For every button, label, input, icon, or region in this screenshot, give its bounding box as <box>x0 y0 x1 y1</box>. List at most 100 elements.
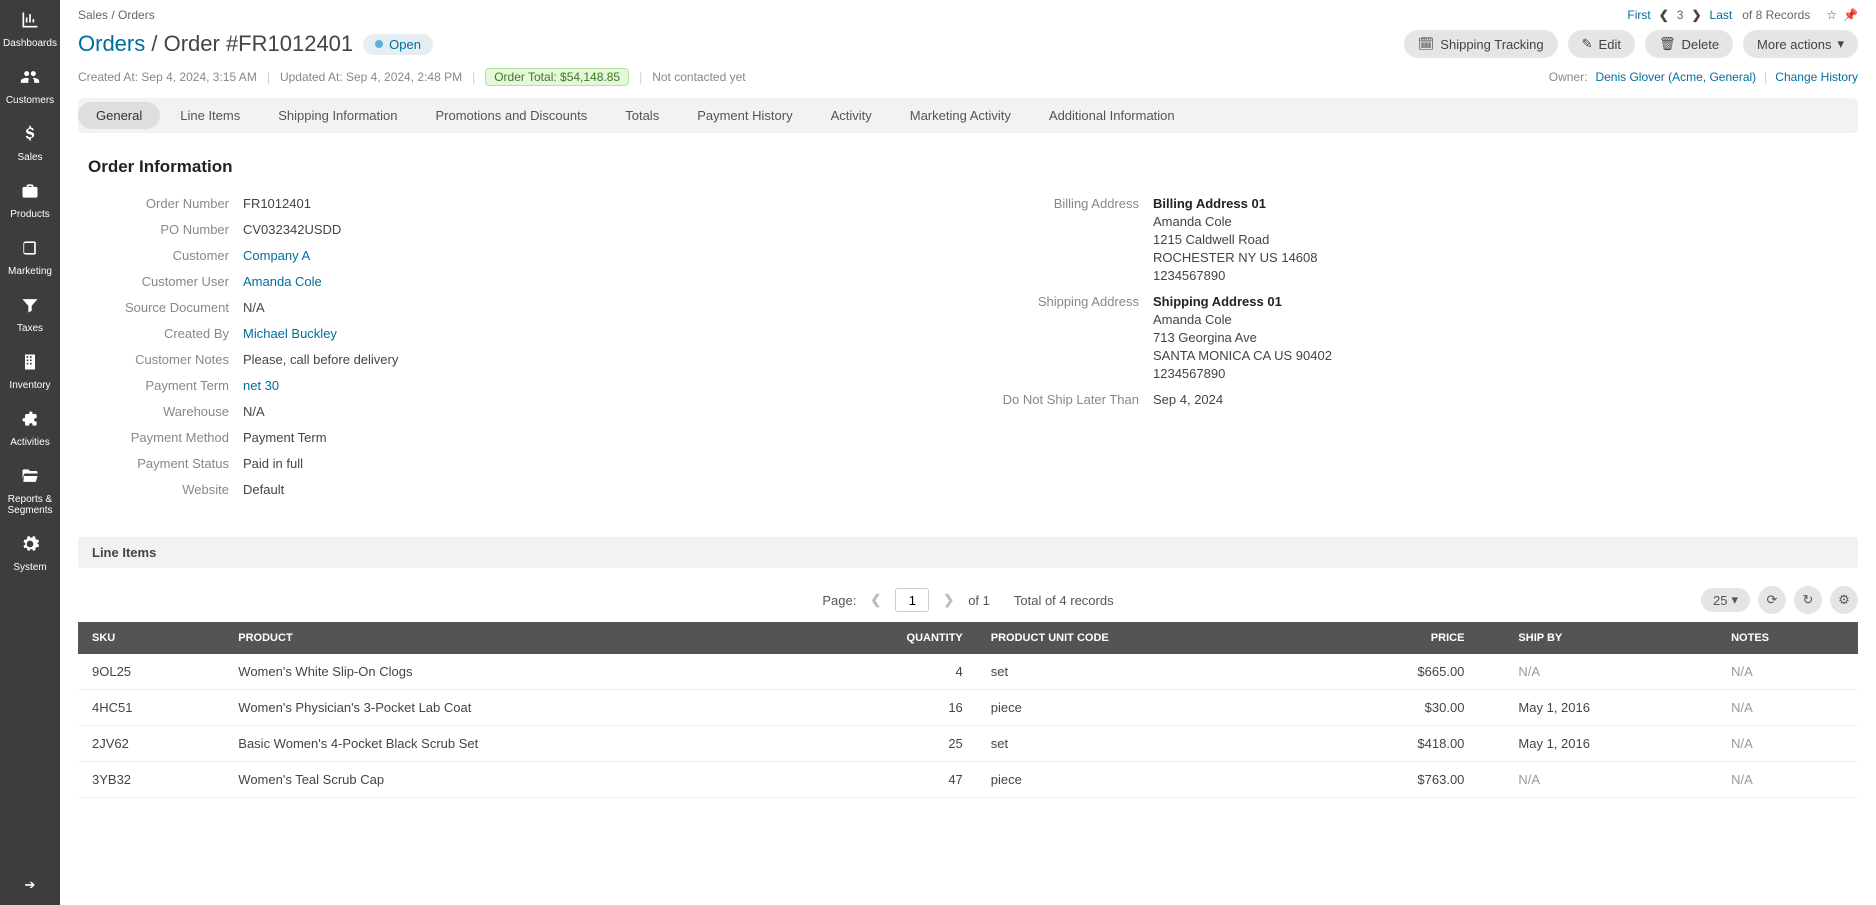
field-value: Sep 4, 2024 <box>1153 391 1223 409</box>
field-value: N/A <box>243 403 265 421</box>
tab-promotions[interactable]: Promotions and Discounts <box>417 102 605 129</box>
breadcrumb-parent[interactable]: Sales <box>78 8 108 22</box>
button-label: Edit <box>1599 37 1621 52</box>
nav-prev[interactable]: ❮ <box>1657 8 1671 22</box>
sidebar-toggle[interactable]: ➔ <box>0 865 60 905</box>
page-size-dropdown[interactable]: 25 ▾ <box>1701 588 1750 612</box>
building-icon <box>20 352 40 377</box>
cell-qty: 47 <box>797 762 977 798</box>
cell-product: Basic Women's 4-Pocket Black Scrub Set <box>224 726 797 762</box>
field-value: N/A <box>243 299 265 317</box>
order-total-badge: Order Total: $54,148.85 <box>485 68 629 86</box>
field-label: Customer Notes <box>78 351 243 369</box>
line-items-heading: Line Items <box>78 537 1858 568</box>
table-row[interactable]: 9OL25Women's White Slip-On Clogs4set$665… <box>78 654 1858 690</box>
info-column-left: Order NumberFR1012401 PO NumberCV032342U… <box>78 195 948 507</box>
breadcrumb-current[interactable]: Orders <box>118 8 155 22</box>
chevron-down-icon: ▾ <box>1731 592 1738 608</box>
field-value: Paid in full <box>243 455 303 473</box>
breadcrumb: Sales / Orders <box>78 8 155 22</box>
payment-term-link[interactable]: net 30 <box>243 378 279 393</box>
table-row[interactable]: 4HC51Women's Physician's 3-Pocket Lab Co… <box>78 690 1858 726</box>
title-parent-link[interactable]: Orders <box>78 31 145 56</box>
table-row[interactable]: 3YB32Women's Teal Scrub Cap47piece$763.0… <box>78 762 1858 798</box>
tab-additional-info[interactable]: Additional Information <box>1031 102 1193 129</box>
tab-activity[interactable]: Activity <box>813 102 890 129</box>
sidebar-item-activities[interactable]: Activities <box>0 399 60 456</box>
col-unit[interactable]: PRODUCT UNIT CODE <box>977 622 1289 654</box>
sidebar-item-system[interactable]: System <box>0 524 60 581</box>
col-quantity[interactable]: QUANTITY <box>797 622 977 654</box>
refresh-icon: ⟳ <box>1767 592 1778 608</box>
owner-link[interactable]: Denis Glover (Acme, General) <box>1595 70 1756 84</box>
field-label: Payment Method <box>78 429 243 447</box>
field-value: FR1012401 <box>243 195 311 213</box>
sidebar-item-marketing[interactable]: Marketing <box>0 228 60 285</box>
sidebar-item-label: Products <box>10 209 49 220</box>
cell-sku: 9OL25 <box>78 654 224 690</box>
cell-shipby: May 1, 2016 <box>1504 690 1717 726</box>
sidebar-item-label: Taxes <box>17 323 43 334</box>
dollar-icon <box>20 124 40 149</box>
tab-shipping[interactable]: Shipping Information <box>260 102 415 129</box>
sidebar-item-reports[interactable]: Reports & Segments <box>0 456 60 524</box>
sidebar-item-products[interactable]: Products <box>0 171 60 228</box>
briefcase-icon <box>20 181 40 206</box>
customer-link[interactable]: Company A <box>243 248 310 263</box>
nav-total: of 8 Records <box>1742 8 1810 22</box>
created-by-link[interactable]: Michael Buckley <box>243 326 337 341</box>
reset-icon: ↻ <box>1803 592 1814 608</box>
page-label: Page: <box>822 593 856 608</box>
sidebar-item-customers[interactable]: Customers <box>0 57 60 114</box>
cell-price: $30.00 <box>1289 690 1505 726</box>
sidebar-item-label: Inventory <box>9 380 50 391</box>
nav-first[interactable]: First <box>1627 8 1650 22</box>
sidebar-item-dashboards[interactable]: Dashboards <box>0 0 60 57</box>
cell-product: Women's Physician's 3-Pocket Lab Coat <box>224 690 797 726</box>
tab-general[interactable]: General <box>78 102 160 129</box>
col-notes[interactable]: NOTES <box>1717 622 1858 654</box>
star-icon[interactable]: ☆ <box>1826 8 1837 22</box>
reset-button[interactable]: ↻ <box>1794 586 1822 614</box>
cell-notes: N/A <box>1717 654 1858 690</box>
filter-icon <box>20 295 40 320</box>
cell-notes: N/A <box>1717 726 1858 762</box>
tab-line-items[interactable]: Line Items <box>162 102 258 129</box>
customer-user-link[interactable]: Amanda Cole <box>243 274 322 289</box>
field-value: CV032342USDD <box>243 221 341 239</box>
pin-icon[interactable]: 📌 <box>1843 8 1858 22</box>
table-row[interactable]: 2JV62Basic Women's 4-Pocket Black Scrub … <box>78 726 1858 762</box>
delete-button[interactable]: 🗑 Delete <box>1645 30 1733 58</box>
shipping-tracking-button[interactable]: 🗓 Shipping Tracking <box>1404 30 1558 58</box>
nav-next[interactable]: ❯ <box>1689 8 1703 22</box>
more-actions-button[interactable]: More actions ▾ <box>1743 30 1858 58</box>
tab-marketing-activity[interactable]: Marketing Activity <box>892 102 1029 129</box>
col-product[interactable]: PRODUCT <box>224 622 797 654</box>
chevron-down-icon: ▾ <box>1837 36 1844 52</box>
cell-price: $665.00 <box>1289 654 1505 690</box>
grid-settings-button[interactable]: ⚙ <box>1830 586 1858 614</box>
grid-page-input[interactable] <box>895 588 929 612</box>
edit-button[interactable]: ✎ Edit <box>1568 30 1635 58</box>
grid-prev-page[interactable]: ❮ <box>866 592 885 608</box>
cell-sku: 3YB32 <box>78 762 224 798</box>
grid-next-page[interactable]: ❯ <box>939 592 958 608</box>
col-sku[interactable]: SKU <box>78 622 224 654</box>
tab-totals[interactable]: Totals <box>607 102 677 129</box>
tab-payment-history[interactable]: Payment History <box>679 102 810 129</box>
cell-qty: 4 <box>797 654 977 690</box>
col-shipby[interactable]: SHIP BY <box>1504 622 1717 654</box>
cell-sku: 2JV62 <box>78 726 224 762</box>
col-price[interactable]: PRICE <box>1289 622 1505 654</box>
sidebar-item-taxes[interactable]: Taxes <box>0 285 60 342</box>
created-at: Created At: Sep 4, 2024, 3:15 AM <box>78 70 257 84</box>
nav-last[interactable]: Last <box>1710 8 1733 22</box>
sidebar-item-sales[interactable]: Sales <box>0 114 60 171</box>
contact-status: Not contacted yet <box>652 70 745 84</box>
field-label: PO Number <box>78 221 243 239</box>
billing-address: Billing Address 01 Amanda Cole 1215 Cald… <box>1153 195 1318 285</box>
change-history-link[interactable]: Change History <box>1775 70 1858 84</box>
sidebar-item-inventory[interactable]: Inventory <box>0 342 60 399</box>
cell-qty: 16 <box>797 690 977 726</box>
refresh-button[interactable]: ⟳ <box>1758 586 1786 614</box>
